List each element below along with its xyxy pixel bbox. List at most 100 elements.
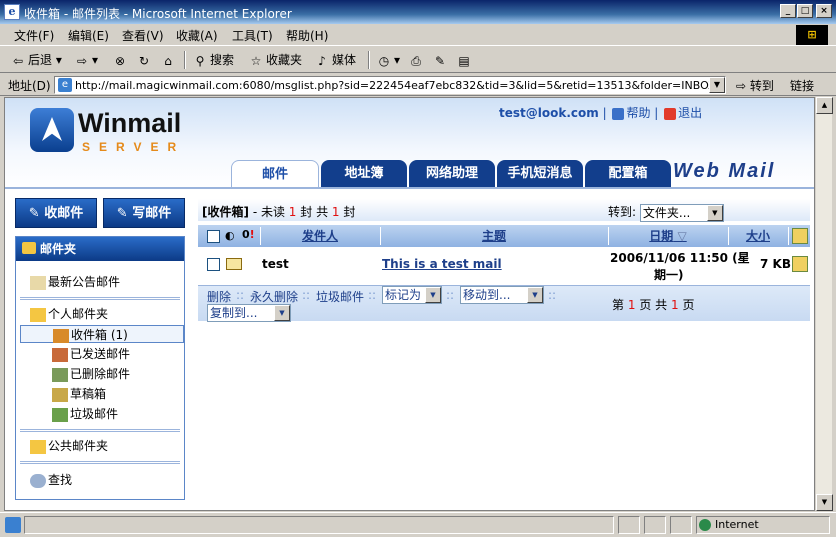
help-icon [612,107,625,120]
close-button[interactable]: × [816,4,832,18]
tab-network-assistant[interactable]: 网络助理 [409,160,495,188]
row-checkbox[interactable] [207,258,220,271]
history-button[interactable]: ◷ ▾ [376,51,400,69]
scroll-up-icon[interactable]: ▲ [816,97,833,114]
history-icon: ◷ [378,53,390,68]
help-link[interactable]: 帮助 [626,106,650,120]
tab-config[interactable]: 配置箱 [585,160,671,188]
page-viewport: Winmail SERVER test@look.com | 帮助 | 退出 邮… [4,97,815,511]
menu-file[interactable]: 文件(F) [14,27,54,44]
star-icon: ☆ [250,53,262,68]
pagination: 第 1 页 共 1 页 [612,298,695,312]
search-icon: ⚲ [195,53,205,68]
folder-panel: 邮件夹 最新公告邮件 个人邮件夹 收件箱 (1) 已发送邮件 已删除邮件 草稿箱… [15,236,185,500]
folder-announcements[interactable]: 最新公告邮件 [30,273,120,291]
column-from[interactable]: 发件人 [260,225,380,247]
row-action-icon[interactable] [792,256,808,272]
status-bar: Internet [0,512,836,537]
media-button[interactable]: ♪ 媒体 [314,51,356,69]
logout-link[interactable]: 退出 [678,106,702,120]
folder-sent[interactable]: 已发送邮件 [52,345,130,363]
back-button[interactable]: ⇦ 后退 ▾ [10,51,62,69]
compose-mail-button[interactable]: ✎ 写邮件 [103,198,185,228]
folder-drafts[interactable]: 草稿箱 [52,385,106,403]
jump-folder-select[interactable]: 文件夹... ▼ [639,203,724,222]
folder-open-icon [30,307,46,322]
mark-as-select[interactable]: 标记为 ▼ [382,286,442,304]
windows-logo-icon: ⊞ [796,25,828,45]
menu-bar: 文件(F) 编辑(E) 查看(V) 收藏(A) 工具(T) 帮助(H) ⊞ [0,24,836,46]
menu-edit[interactable]: 编辑(E) [68,27,109,44]
folder-inbox[interactable]: 收件箱 (1) [20,325,184,343]
go-button[interactable]: ⇨ 转到 [736,77,774,94]
row-subject-link[interactable]: This is a test mail [382,257,502,271]
folder-junk[interactable]: 垃圾邮件 [52,405,118,423]
address-bar: 地址(D) e http://mail.magicwinmail.com:608… [0,74,836,96]
receive-mail-button[interactable]: ✎ 收邮件 [15,198,97,228]
folder-panel-title: 邮件夹 [16,237,184,261]
vertical-scrollbar[interactable]: ▲ ▼ [815,97,833,511]
address-dropdown-icon[interactable]: ▼ [709,77,725,93]
folder-personal[interactable]: 个人邮件夹 [30,305,108,323]
tab-mail[interactable]: 邮件 [231,160,319,188]
row-size: 7 KB [760,257,791,271]
window-titlebar: e 收件箱 - 邮件列表 - Microsoft Internet Explor… [0,0,836,24]
page-status-icon [5,517,21,533]
delete-link[interactable]: 删除 [207,288,231,305]
maximize-button[interactable]: □ [797,4,813,18]
logo-mark-icon [30,108,74,152]
address-url[interactable]: http://mail.magicwinmail.com:6080/msglis… [75,79,716,92]
read-status-icon: ◐ [225,229,235,242]
discuss-button[interactable]: ▤ [456,51,474,69]
menu-favorites[interactable]: 收藏(A) [176,27,218,44]
row-date-weekday: 期一) [654,268,684,282]
tab-address-book[interactable]: 地址簿 [321,160,407,188]
home-icon: ⌂ [164,53,172,68]
inbox-icon [53,328,69,343]
user-line: test@look.com | 帮助 | 退出 [499,106,703,120]
announcement-icon [30,275,46,290]
refresh-button[interactable]: ↻ [136,51,154,69]
row-date: 2006/11/06 11:50 (星 [610,251,750,265]
public-folder-icon [30,439,46,454]
junk-icon [52,407,68,422]
folder-icon [22,242,36,254]
column-subject[interactable]: 主题 [380,225,608,247]
column-date[interactable]: 日期 ▽ [608,225,728,247]
media-icon: ♪ [318,53,326,68]
folder-public[interactable]: 公共邮件夹 [30,437,108,455]
menu-view[interactable]: 查看(V) [122,27,164,44]
address-label: 地址(D) [8,79,51,93]
column-options-icon[interactable] [792,228,808,244]
edit-icon: ✎ [434,53,446,68]
copy-to-select[interactable]: 复制到... ▼ [207,304,291,322]
search-link[interactable]: 查找 [30,471,72,489]
window-title: 收件箱 - 邮件列表 - Microsoft Internet Explorer [24,7,292,21]
junk-link[interactable]: 垃圾邮件 [316,288,364,305]
table-row[interactable]: test This is a test mail 2006/11/06 11:5… [198,249,810,285]
select-all-checkbox[interactable] [207,230,220,243]
minimize-button[interactable]: _ [780,4,796,18]
printer-icon: ⎙ [411,53,421,68]
stop-button[interactable]: ⊗ [112,51,130,69]
folder-deleted[interactable]: 已删除邮件 [52,365,130,383]
column-size[interactable]: 大小 [728,225,788,247]
links-button[interactable]: 链接 [790,77,814,94]
tab-underline [5,187,814,189]
refresh-icon: ↻ [138,53,150,68]
edit-button[interactable]: ✎ [432,51,450,69]
menu-help[interactable]: 帮助(H) [286,27,328,44]
address-input[interactable]: e http://mail.magicwinmail.com:6080/msgl… [54,76,726,94]
tab-sms[interactable]: 手机短消息 [497,160,583,188]
delete-permanently-link[interactable]: 永久删除 [250,288,298,305]
menu-tools[interactable]: 工具(T) [232,27,273,44]
row-from: test [262,257,289,271]
scroll-down-icon[interactable]: ▼ [816,494,833,511]
favorites-button[interactable]: ☆ 收藏夹 [248,51,302,69]
forward-button[interactable]: ⇨ ▾ [74,51,98,69]
jump-to: 转到: 文件夹... ▼ [608,203,724,222]
print-button[interactable]: ⎙ [408,51,426,69]
move-to-select[interactable]: 移动到... ▼ [460,286,544,304]
home-button[interactable]: ⌂ [160,51,178,69]
search-button[interactable]: ⚲ 搜索 [192,51,234,69]
